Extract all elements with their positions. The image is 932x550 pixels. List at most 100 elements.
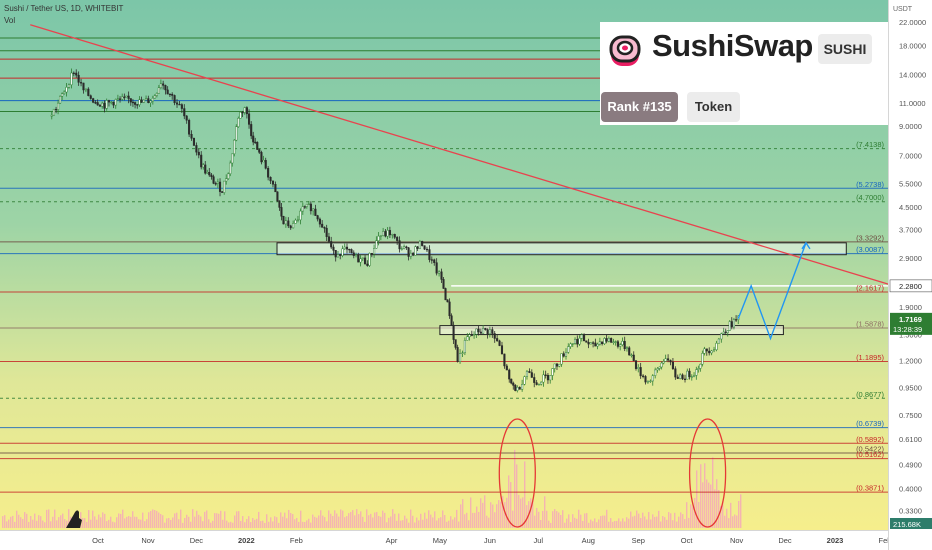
price-scale-canvas[interactable]: USDT 22.0000 18.0000 14.0000 11.0000 9.0000 7.… [889, 0, 932, 550]
candle-body [332, 246, 335, 251]
volume-bar [178, 519, 180, 528]
volume-bar [608, 521, 610, 528]
candle-body [662, 361, 665, 364]
plot-area[interactable]: (7.4138) (5.2738) (4.7000) (3.3292) (3.0087)… [0, 0, 888, 530]
volume-bar [214, 513, 216, 528]
time-scale-canvas[interactable]: Oct Nov Dec 2022 Feb Apr May Jun Jul Aug Sep Oct Nov… [0, 531, 891, 550]
candle-body [123, 96, 126, 98]
candle-body [125, 95, 128, 98]
candle-body [254, 141, 257, 144]
candle-body [654, 369, 657, 376]
volume-bar [702, 482, 704, 528]
volume-bar [220, 510, 222, 528]
volume-bar [46, 509, 48, 528]
volume-bar [396, 520, 398, 528]
candle-body [674, 368, 677, 378]
candle-body [583, 334, 586, 342]
volume-bar [184, 517, 186, 528]
candle-body [587, 342, 590, 345]
volume-bar [200, 516, 202, 528]
candle-body [669, 359, 672, 363]
candle-body [466, 336, 469, 341]
volume-bar [690, 504, 692, 528]
candle-body [605, 338, 608, 342]
fib-level-label: (7.4138) [856, 140, 884, 149]
candle-body [343, 246, 346, 250]
volume-bar [194, 516, 196, 528]
candle-body [514, 385, 517, 391]
volume-bar [204, 511, 206, 528]
candle-body [384, 231, 387, 237]
volume-bar [478, 511, 480, 528]
candle-body [87, 88, 90, 96]
volume-bar [454, 517, 456, 528]
candle-body [444, 288, 447, 301]
volume-bar [154, 510, 156, 528]
candle-body [280, 207, 283, 217]
candle-body [634, 360, 638, 369]
candle-body [642, 375, 645, 377]
volume-bar [604, 515, 606, 528]
candle-body [131, 101, 134, 104]
candle-body [630, 354, 633, 357]
candle-body [493, 333, 496, 339]
volume-bar [622, 518, 624, 528]
volume-bar [294, 519, 296, 528]
volume-bar [368, 515, 370, 528]
price-scale[interactable]: USDT 22.0000 18.0000 14.0000 11.0000 9.0000 7.… [888, 0, 932, 550]
candle-body [206, 172, 209, 174]
volume-bar [544, 496, 546, 528]
candle-body [183, 108, 186, 117]
candle-body [452, 324, 455, 340]
candle-body [237, 118, 240, 127]
price-tick-label: 18.0000 [899, 41, 926, 50]
volume-bar [358, 514, 360, 528]
volume-bar [372, 517, 374, 528]
volume-bar [300, 510, 302, 528]
volume-bar [8, 519, 10, 528]
volume-bar [254, 519, 256, 528]
candle-body [658, 366, 661, 369]
volume-bar [614, 520, 616, 528]
volume-bar [318, 515, 320, 528]
candle-body [287, 220, 290, 227]
volume-bar [240, 520, 242, 528]
candle-body [616, 341, 619, 347]
candle-body [594, 342, 597, 347]
volume-bar [50, 521, 52, 528]
candle-body [705, 348, 708, 352]
candle-body [212, 176, 215, 184]
symbol-title[interactable]: Sushi / Tether US, 1D, WHITEBIT [4, 4, 123, 13]
volume-bar [118, 513, 120, 528]
volume-bar [534, 515, 536, 528]
volume-bar [316, 517, 318, 528]
token-type-badge: Token [687, 92, 740, 122]
candle-body [730, 321, 733, 328]
volume-bar [686, 502, 688, 528]
volume-bar [132, 511, 134, 528]
volume-bar [486, 515, 488, 528]
time-scale[interactable]: Oct Nov Dec 2022 Feb Apr May Jun Jul Aug Sep Oct Nov… [0, 530, 891, 550]
candle-body [147, 98, 150, 103]
time-tick-label: Feb [290, 536, 303, 545]
volume-bar [706, 479, 708, 528]
price-tick-label: 11.0000 [899, 99, 926, 108]
candle-body [80, 82, 83, 84]
volume-bar [228, 522, 230, 528]
volume-bar [428, 510, 430, 528]
volume-bar [546, 510, 548, 528]
volume-bar [192, 509, 194, 528]
candle-body [294, 219, 297, 224]
volume-legend[interactable]: Vol [4, 16, 15, 25]
volume-bar [250, 522, 252, 528]
volume-bar [150, 510, 152, 528]
volume-bar [10, 516, 12, 528]
volume-bar [238, 511, 240, 528]
volume-bar [540, 520, 542, 528]
volume-bar [732, 516, 734, 528]
candle-body [321, 223, 324, 228]
volume-bar [662, 516, 664, 528]
candle-body [50, 114, 53, 117]
fib-level-label: (4.7000) [856, 193, 884, 202]
volume-bar [684, 519, 686, 528]
